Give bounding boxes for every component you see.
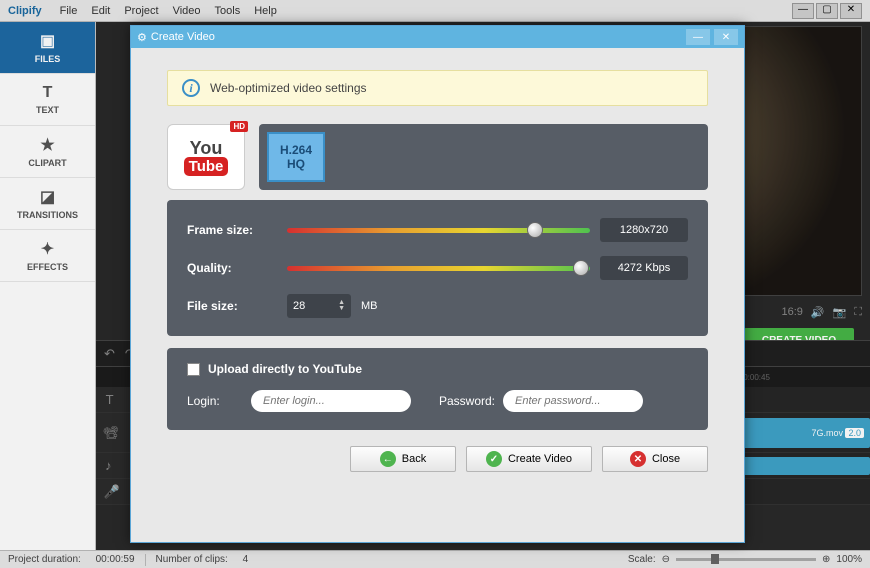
codec-selector[interactable]: H.264 HQ bbox=[259, 124, 708, 190]
file-size-unit: MB bbox=[361, 300, 378, 312]
create-video-dialog: ⚙ Create Video — ✕ i Web-optimized video… bbox=[130, 25, 745, 543]
upload-panel: Upload directly to YouTube Login: Passwo… bbox=[167, 348, 708, 430]
dialog-title: Create Video bbox=[151, 31, 215, 43]
settings-panel: Frame size: 1280x720 Quality: 4272 Kbps … bbox=[167, 200, 708, 336]
spinner-arrows-icon[interactable]: ▲▼ bbox=[338, 300, 345, 312]
file-size-label: File size: bbox=[187, 299, 277, 313]
file-size-value: 28 bbox=[293, 300, 305, 312]
password-input[interactable] bbox=[503, 390, 643, 412]
hd-badge: HD bbox=[230, 121, 248, 132]
close-x-icon: ✕ bbox=[630, 451, 646, 467]
info-icon: i bbox=[182, 79, 200, 97]
quality-value: 4272 Kbps bbox=[600, 256, 688, 280]
back-arrow-icon: ← bbox=[380, 451, 396, 467]
dialog-icon: ⚙ bbox=[137, 31, 147, 44]
dialog-close-button[interactable]: ✕ bbox=[714, 29, 738, 45]
create-video-confirm-button[interactable]: ✓ Create Video bbox=[466, 446, 592, 472]
info-text: Web-optimized video settings bbox=[210, 81, 367, 95]
close-button[interactable]: ✕ Close bbox=[602, 446, 708, 472]
quality-label: Quality: bbox=[187, 261, 277, 275]
youtube-preset-logo: HD You Tube bbox=[167, 124, 245, 190]
back-button[interactable]: ← Back bbox=[350, 446, 456, 472]
info-bar: i Web-optimized video settings bbox=[167, 70, 708, 106]
dialog-minimize-button[interactable]: — bbox=[686, 29, 710, 45]
check-icon: ✓ bbox=[486, 451, 502, 467]
login-label: Login: bbox=[187, 394, 243, 408]
login-input[interactable] bbox=[251, 390, 411, 412]
dialog-titlebar: ⚙ Create Video — ✕ bbox=[131, 26, 744, 48]
frame-size-value: 1280x720 bbox=[600, 218, 688, 242]
upload-youtube-label: Upload directly to YouTube bbox=[208, 362, 362, 376]
frame-size-slider[interactable] bbox=[287, 223, 590, 237]
codec-option-h264hq[interactable]: H.264 HQ bbox=[267, 132, 325, 182]
upload-youtube-checkbox[interactable] bbox=[187, 363, 200, 376]
password-label: Password: bbox=[433, 394, 495, 408]
frame-size-label: Frame size: bbox=[187, 223, 277, 237]
quality-slider[interactable] bbox=[287, 261, 590, 275]
file-size-spinner[interactable]: 28 ▲▼ bbox=[287, 294, 351, 318]
